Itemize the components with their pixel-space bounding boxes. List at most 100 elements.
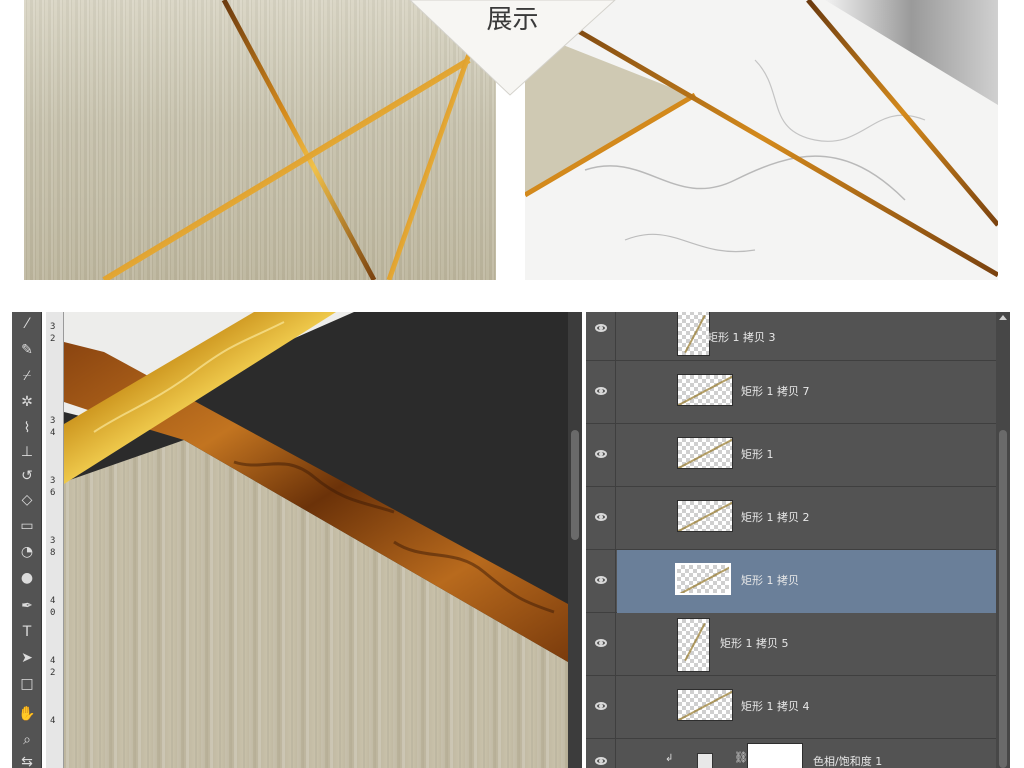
layer-thumbnail-stroke <box>684 314 706 354</box>
eraser-icon[interactable]: ◇ <box>16 490 38 510</box>
layer-body[interactable]: 矩形 1 拷贝 <box>617 550 996 613</box>
eye-icon[interactable] <box>595 576 607 584</box>
layer-name: 矩形 1 拷贝 <box>741 574 799 587</box>
ruler-mark: 4 <box>50 716 56 726</box>
layer-row[interactable]: 矩形 1 <box>586 424 996 487</box>
color-sampler-icon[interactable]: ⌿ <box>16 366 38 386</box>
eye-icon[interactable] <box>595 757 607 765</box>
visibility-toggle[interactable] <box>586 487 616 550</box>
pen-icon[interactable]: ✒ <box>16 596 38 616</box>
layer-body[interactable]: 矩形 1 拷贝 5 <box>617 613 996 676</box>
layer-thumbnail-stroke <box>678 501 732 531</box>
brush-icon[interactable]: ⌇ <box>16 418 38 438</box>
clip-arrow-icon: ↲ <box>665 753 674 764</box>
history-brush-icon[interactable]: ↺ <box>16 466 38 486</box>
layer-thumbnail <box>675 563 731 595</box>
ruler-mark: 8 <box>50 548 56 558</box>
ruler-mark: 3 <box>50 416 56 426</box>
zoom-icon[interactable]: ⌕ <box>16 730 38 750</box>
visibility-toggle[interactable] <box>586 739 616 768</box>
ruler-mark: 6 <box>50 488 56 498</box>
layer-name: 矩形 1 <box>741 448 774 461</box>
layer-thumbnail <box>677 312 710 356</box>
layers-panel: 矩形 1 拷贝 3 矩形 1 拷贝 7 矩形 1 矩形 1 拷贝 2 矩形 1 … <box>586 312 1010 768</box>
blur-icon[interactable]: ◔ <box>16 542 38 562</box>
eye-icon[interactable] <box>595 702 607 710</box>
eye-icon[interactable] <box>595 324 607 332</box>
layer-thumbnail <box>677 618 710 672</box>
canvas-artwork <box>64 312 568 768</box>
banner-title: 展示 <box>486 5 539 35</box>
visibility-toggle[interactable] <box>586 613 616 676</box>
layer-body[interactable]: 矩形 1 拷贝 2 <box>617 487 996 550</box>
document-canvas[interactable] <box>64 312 568 768</box>
canvas-scroll-thumb[interactable] <box>571 430 579 540</box>
swap-colors-icon[interactable]: ⇆ <box>16 752 38 768</box>
banner: 展示 <box>455 0 570 40</box>
visibility-toggle[interactable] <box>586 676 616 739</box>
layer-row[interactable]: 矩形 1 拷贝 2 <box>586 487 996 550</box>
layer-row[interactable]: 矩形 1 拷贝 3 <box>586 312 996 361</box>
ruler-mark: 3 <box>50 536 56 546</box>
ruler-mark: 2 <box>50 668 56 678</box>
layer-body[interactable]: ↲ ⛓ 色相/饱和度 1 <box>617 739 996 768</box>
layer-row[interactable]: 矩形 1 拷贝 5 <box>586 613 996 676</box>
layer-thumbnail-stroke <box>678 438 732 468</box>
eye-icon[interactable] <box>595 450 607 458</box>
layer-row[interactable]: 矩形 1 拷贝 4 <box>586 676 996 739</box>
ruler-mark: 4 <box>50 596 56 606</box>
healing-brush-icon[interactable]: ✲ <box>16 392 38 412</box>
path-select-icon[interactable]: ➤ <box>16 648 38 668</box>
adjustment-icon <box>697 753 713 768</box>
dodge-icon[interactable]: ● <box>16 568 38 588</box>
layer-thumbnail-stroke <box>684 622 706 662</box>
ruler-mark: 4 <box>50 656 56 666</box>
ruler-mark: 3 <box>50 322 56 332</box>
layers-scrollbar[interactable] <box>996 312 1010 768</box>
layer-row-selected[interactable]: 矩形 1 拷贝 <box>586 550 996 613</box>
visibility-toggle[interactable] <box>586 312 616 361</box>
vertical-ruler: 3 2 3 4 3 6 3 8 4 0 4 2 4 <box>46 312 64 768</box>
stage: 展示 ⁄ ✎ ⌿ ✲ ⌇ ⊥ ↺ ◇ ▭ ◔ ● ✒ T ➤ □ ✋ ⌕ ⇆ 3… <box>0 0 1024 768</box>
eyedropper-icon[interactable]: ✎ <box>16 340 38 360</box>
link-icon: ⛓ <box>734 751 748 764</box>
layer-name: 矩形 1 拷贝 3 <box>707 331 776 344</box>
layer-name: 矩形 1 拷贝 7 <box>741 385 810 398</box>
layer-body[interactable]: 矩形 1 拷贝 4 <box>617 676 996 739</box>
layer-row[interactable]: 矩形 1 拷贝 7 <box>586 361 996 424</box>
layer-thumbnail <box>677 689 733 721</box>
ruler-mark: 0 <box>50 608 56 618</box>
layer-name: 矩形 1 拷贝 2 <box>741 511 810 524</box>
adjustment-layer-row[interactable]: ↲ ⛓ 色相/饱和度 1 <box>586 739 996 768</box>
layer-body[interactable]: 矩形 1 拷贝 7 <box>617 361 996 424</box>
hand-icon[interactable]: ✋ <box>16 704 38 724</box>
layer-body[interactable]: 矩形 1 拷贝 3 <box>617 312 996 361</box>
layer-thumbnail-stroke <box>678 690 732 720</box>
type-icon[interactable]: T <box>16 622 38 642</box>
ruler-mark: 3 <box>50 476 56 486</box>
eye-icon[interactable] <box>595 387 607 395</box>
visibility-toggle[interactable] <box>586 424 616 487</box>
magic-wand-icon[interactable]: ⁄ <box>16 314 38 334</box>
layer-name: 矩形 1 拷贝 4 <box>741 700 810 713</box>
layer-mask-thumbnail <box>747 743 803 768</box>
ruler-mark: 4 <box>50 428 56 438</box>
visibility-toggle[interactable] <box>586 550 616 613</box>
layer-thumbnail <box>677 437 733 469</box>
rectangle-icon[interactable]: □ <box>16 674 38 694</box>
ruler-mark: 2 <box>50 334 56 344</box>
layer-name: 色相/饱和度 1 <box>813 755 883 768</box>
visibility-toggle[interactable] <box>586 361 616 424</box>
layer-thumbnail <box>677 374 733 406</box>
scroll-up-icon[interactable] <box>999 315 1007 320</box>
layer-body[interactable]: 矩形 1 <box>617 424 996 487</box>
gradient-icon[interactable]: ▭ <box>16 516 38 536</box>
canvas-scrollbar[interactable] <box>568 312 582 768</box>
layers-scroll-thumb[interactable] <box>999 430 1007 768</box>
tools-panel: ⁄ ✎ ⌿ ✲ ⌇ ⊥ ↺ ◇ ▭ ◔ ● ✒ T ➤ □ ✋ ⌕ ⇆ <box>12 312 42 768</box>
layer-thumbnail-stroke <box>678 375 732 405</box>
eye-icon[interactable] <box>595 513 607 521</box>
stamp-icon[interactable]: ⊥ <box>16 442 38 462</box>
eye-icon[interactable] <box>595 639 607 647</box>
layer-thumbnail <box>677 500 733 532</box>
